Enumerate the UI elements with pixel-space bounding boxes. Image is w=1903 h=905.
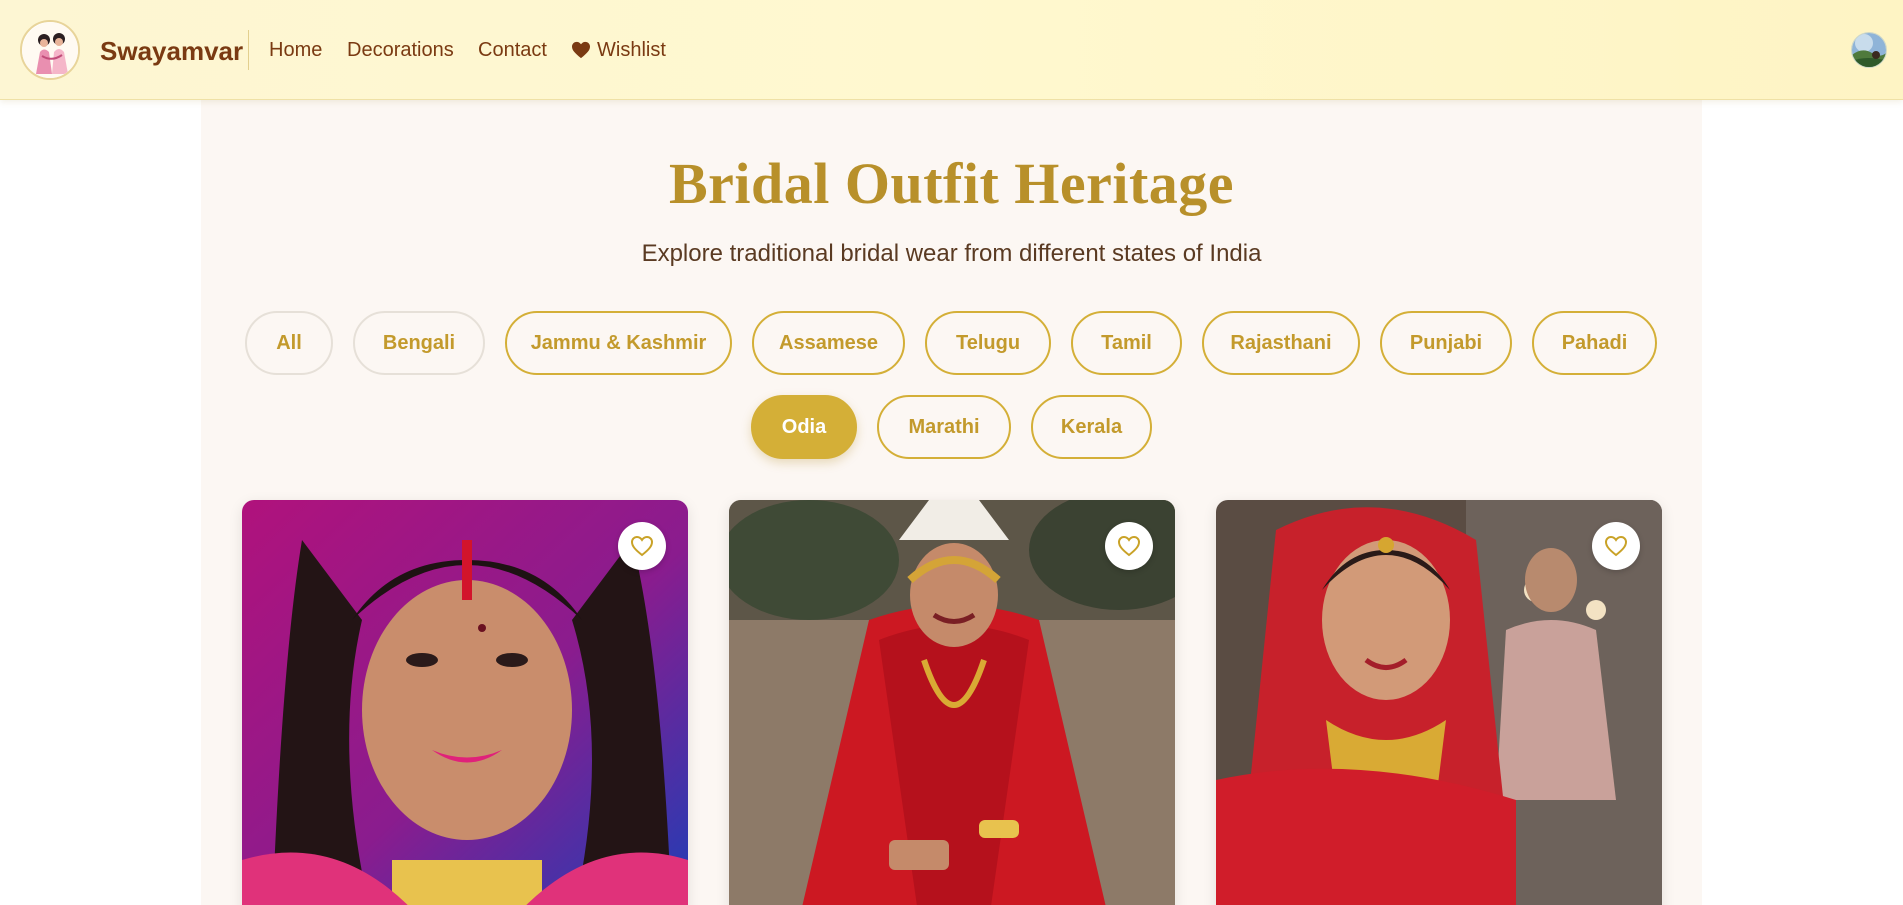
wishlist-toggle-button[interactable] <box>1105 522 1153 570</box>
page-title: Bridal Outfit Heritage <box>668 151 1235 216</box>
brand-logo[interactable] <box>20 20 80 80</box>
nav-contact-link[interactable]: Contact <box>478 39 547 62</box>
nav-home-link[interactable]: Home <box>269 39 322 62</box>
heart-outline-icon <box>630 535 654 557</box>
filter-assamese-button[interactable]: Assamese <box>752 311 905 375</box>
nav-wishlist-link[interactable]: Wishlist <box>571 39 666 65</box>
outfit-card[interactable] <box>242 500 688 905</box>
filter-odia-button[interactable]: Odia <box>751 395 857 459</box>
filter-kerala-button[interactable]: Kerala <box>1031 395 1152 459</box>
bride-photo <box>242 500 688 905</box>
wishlist-toggle-button[interactable] <box>1592 522 1640 570</box>
filter-pahadi-button[interactable]: Pahadi <box>1532 311 1657 375</box>
heart-icon <box>571 41 591 65</box>
brand-name[interactable]: Swayamvar <box>100 36 243 67</box>
nav-decorations-link[interactable]: Decorations <box>347 39 454 62</box>
profile-picture-icon <box>1852 33 1886 67</box>
filter-tamil-button[interactable]: Tamil <box>1071 311 1182 375</box>
outfit-card[interactable] <box>1216 500 1662 905</box>
outfit-card[interactable] <box>729 500 1175 905</box>
nav-divider <box>248 30 249 70</box>
page-subtitle: Explore traditional bridal wear from dif… <box>641 240 1262 267</box>
heart-outline-icon <box>1604 535 1628 557</box>
nav-wishlist-label: Wishlist <box>597 39 666 61</box>
heart-outline-icon <box>1117 535 1141 557</box>
bride-photo <box>729 500 1175 905</box>
filter-bengali-button[interactable]: Bengali <box>353 311 485 375</box>
top-navbar: Swayamvar Home Decorations Contact Wishl… <box>0 0 1903 100</box>
user-avatar[interactable] <box>1851 32 1887 68</box>
filter-rajasthani-button[interactable]: Rajasthani <box>1202 311 1360 375</box>
filter-jammu-kashmir-button[interactable]: Jammu & Kashmir <box>505 311 732 375</box>
filter-marathi-button[interactable]: Marathi <box>877 395 1011 459</box>
bride-photo <box>1216 500 1662 905</box>
wishlist-toggle-button[interactable] <box>618 522 666 570</box>
couple-logo-icon <box>22 22 78 78</box>
filter-telugu-button[interactable]: Telugu <box>925 311 1051 375</box>
filter-punjabi-button[interactable]: Punjabi <box>1380 311 1512 375</box>
filter-all-button[interactable]: All <box>245 311 333 375</box>
